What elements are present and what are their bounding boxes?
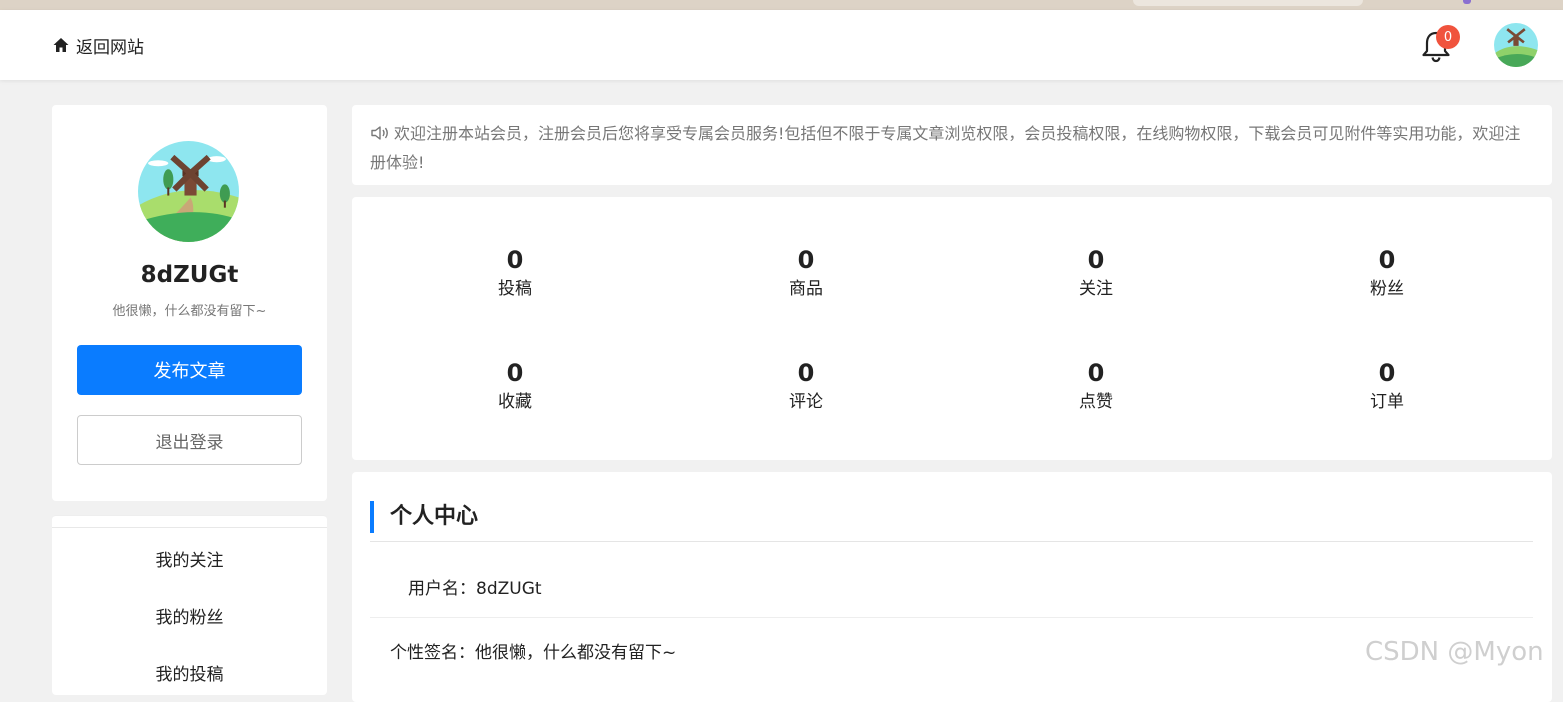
- top-navigation-bar: 返回网站 0: [0, 10, 1563, 80]
- profile-avatar[interactable]: [138, 141, 239, 242]
- stat-value: 0: [1087, 359, 1105, 387]
- menu-item-following[interactable]: 我的关注: [52, 546, 327, 571]
- logout-button[interactable]: 退出登录: [77, 415, 302, 465]
- username-field-label: 用户名：: [408, 579, 476, 599]
- announcement-card: 欢迎注册本站会员，注册会员后您将享受专属会员服务!包括但不限于专属文章浏览权限，…: [352, 105, 1552, 185]
- stat-label: 投稿: [498, 279, 532, 299]
- stat-label: 收藏: [498, 392, 532, 412]
- stat-label: 点赞: [1079, 392, 1113, 412]
- profile-username: 8dZUGt: [140, 262, 239, 288]
- speaker-icon: [371, 126, 388, 140]
- menu-divider: [52, 527, 327, 528]
- stat-label: 订单: [1370, 392, 1404, 412]
- stat-orders[interactable]: 0 订单: [1327, 358, 1447, 415]
- stat-value: 0: [1087, 246, 1105, 274]
- profile-signature: 他很懒，什么都没有留下~: [112, 304, 267, 319]
- stat-label: 评论: [789, 392, 823, 412]
- user-avatar[interactable]: [1494, 23, 1538, 67]
- stat-likes[interactable]: 0 点赞: [1036, 358, 1156, 415]
- publish-article-button[interactable]: 发布文章: [77, 345, 302, 395]
- stat-value: 0: [506, 246, 524, 274]
- menu-item-submissions[interactable]: 我的投稿: [52, 660, 327, 685]
- stat-value: 0: [1378, 246, 1396, 274]
- windmill-landscape-icon: [1494, 23, 1538, 67]
- watermark: CSDN @Myon: [1365, 637, 1544, 667]
- menu-item-fans[interactable]: 我的粉丝: [52, 603, 327, 628]
- signature-field: 个性签名：他很懒，什么都没有留下~: [370, 638, 1533, 663]
- personal-center-card: 个人中心 用户名：8dZUGt 个性签名：他很懒，什么都没有留下~: [352, 472, 1552, 702]
- stat-label: 粉丝: [1370, 279, 1404, 299]
- stat-submissions[interactable]: 0 投稿: [455, 245, 575, 302]
- signature-field-label: 个性签名：: [390, 643, 475, 663]
- username-field: 用户名：8dZUGt: [370, 574, 1533, 599]
- stat-comments[interactable]: 0 评论: [746, 358, 866, 415]
- windmill-landscape-icon: [138, 141, 239, 242]
- stats-card: 0 投稿 0 商品 0 关注 0 粉丝 0 收藏 0 评论 0 点赞 0 订单: [352, 197, 1552, 460]
- field-divider: [370, 617, 1533, 618]
- stat-favorites[interactable]: 0 收藏: [455, 358, 575, 415]
- stat-value: 0: [506, 359, 524, 387]
- browser-tab-edge: [1133, 0, 1363, 6]
- stat-value: 0: [1378, 359, 1396, 387]
- profile-card: 8dZUGt 他很懒，什么都没有留下~ 发布文章 退出登录: [52, 105, 327, 501]
- browser-tab-strip: [0, 0, 1563, 10]
- stat-label: 关注: [1079, 279, 1113, 299]
- user-menu: 我的关注 我的粉丝 我的投稿: [52, 515, 327, 695]
- stat-label: 商品: [789, 279, 823, 299]
- announcement: 欢迎注册本站会员，注册会员后您将享受专属会员服务!包括但不限于专属文章浏览权限，…: [370, 119, 1530, 177]
- announcement-text: 欢迎注册本站会员，注册会员后您将享受专属会员服务!包括但不限于专属文章浏览权限，…: [370, 124, 1521, 172]
- home-icon: [53, 38, 69, 52]
- username-field-value: 8dZUGt: [476, 579, 542, 599]
- section-divider: [370, 541, 1533, 542]
- signature-field-value: 他很懒，什么都没有留下~: [475, 643, 677, 663]
- personal-center-title: 个人中心: [370, 501, 478, 533]
- notification-count-badge: 0: [1436, 25, 1460, 49]
- back-to-site-label: 返回网站: [76, 37, 144, 58]
- stat-fans[interactable]: 0 粉丝: [1327, 245, 1447, 302]
- stat-following[interactable]: 0 关注: [1036, 245, 1156, 302]
- stat-value: 0: [797, 246, 815, 274]
- stat-products[interactable]: 0 商品: [746, 245, 866, 302]
- browser-extension-indicator: [1463, 0, 1471, 4]
- stat-value: 0: [797, 359, 815, 387]
- back-to-site-link[interactable]: 返回网站: [52, 33, 144, 58]
